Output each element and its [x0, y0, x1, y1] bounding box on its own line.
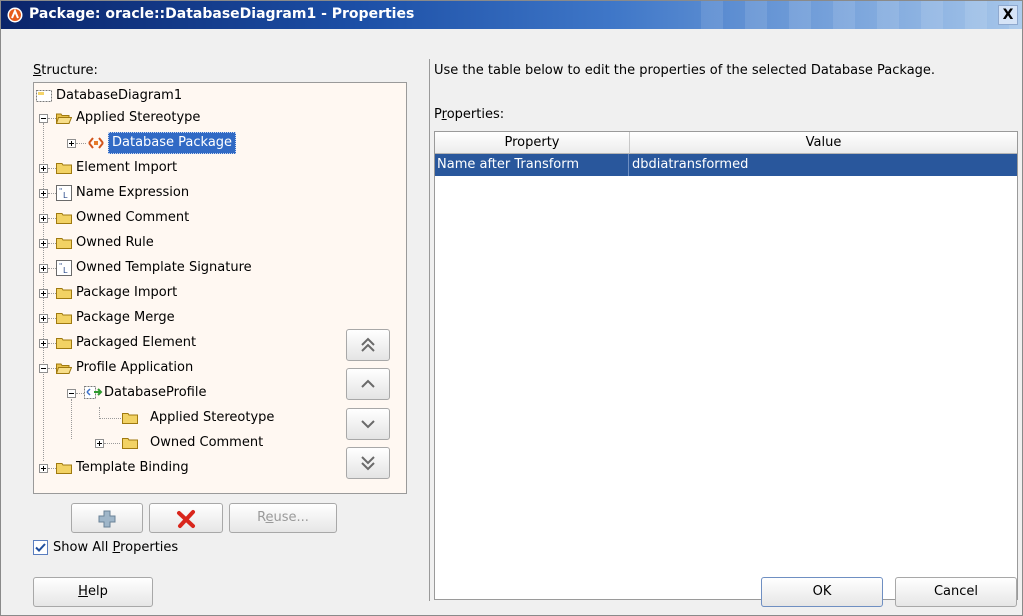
- move-to-bottom-button[interactable]: [346, 447, 390, 479]
- expand-icon[interactable]: [67, 139, 76, 148]
- reuse-button[interactable]: Reuse...: [229, 503, 337, 533]
- move-down-button[interactable]: [346, 408, 390, 440]
- profile-icon: [84, 386, 103, 399]
- folder-icon: [56, 463, 72, 474]
- folder-icon: [56, 213, 72, 224]
- move-up-icon: [361, 379, 375, 388]
- collapse-icon[interactable]: [67, 389, 76, 398]
- title-bar: Package: oracle::DatabaseDiagram1 - Prop…: [1, 1, 1022, 29]
- move-down-icon: [361, 420, 375, 429]
- svg-text:": ": [59, 262, 62, 270]
- column-header-property[interactable]: Property: [435, 132, 630, 154]
- tree-item-package-merge[interactable]: Package Merge: [34, 307, 404, 329]
- properties-table: Property Value Name after Transform dbdi…: [434, 131, 1018, 600]
- move-to-bottom-icon: [361, 456, 375, 471]
- add-icon: [98, 510, 116, 528]
- expand-icon[interactable]: [39, 464, 48, 473]
- column-header-value[interactable]: Value: [630, 132, 1017, 154]
- tree-item-owned-template-signature[interactable]: " L Owned Template Signature: [34, 257, 404, 279]
- ok-button[interactable]: OK: [761, 577, 883, 607]
- tree-item-owned-comment[interactable]: Owned Comment: [34, 207, 404, 229]
- window-title: Package: oracle::DatabaseDiagram1 - Prop…: [29, 6, 415, 22]
- expand-icon[interactable]: [39, 214, 48, 223]
- description-text: Use the table below to edit the properti…: [434, 63, 936, 78]
- folder-icon: [56, 238, 72, 249]
- svg-text:": ": [59, 187, 62, 195]
- tree-item-package-import[interactable]: Package Import: [34, 282, 404, 304]
- folder-icon: [56, 288, 72, 299]
- folder-icon: [122, 413, 138, 424]
- tree-item-owned-rule[interactable]: Owned Rule: [34, 232, 404, 254]
- move-to-top-button[interactable]: [346, 329, 390, 361]
- tree-item-element-import[interactable]: Element Import: [34, 157, 404, 179]
- tree-item-database-package[interactable]: Database Package: [34, 132, 404, 154]
- folder-icon: [56, 338, 72, 349]
- remove-icon: [177, 510, 195, 528]
- folder-open-icon: [56, 113, 72, 124]
- expand-icon[interactable]: [39, 314, 48, 323]
- folder-icon: [56, 163, 72, 174]
- expand-icon[interactable]: [39, 339, 48, 348]
- panel-divider: [429, 59, 430, 601]
- expand-icon[interactable]: [39, 189, 48, 198]
- collapse-icon[interactable]: [39, 364, 48, 373]
- property-cell[interactable]: Name after Transform: [435, 154, 629, 176]
- tree-item-databasediagram1[interactable]: DatabaseDiagram1: [34, 85, 404, 107]
- structure-label: Structure:: [33, 63, 98, 78]
- checkbox-checked-icon[interactable]: [33, 540, 48, 555]
- stereotype-icon: [88, 137, 104, 149]
- expand-icon[interactable]: [95, 439, 104, 448]
- package-icon: [36, 90, 52, 102]
- move-up-button[interactable]: [346, 368, 390, 400]
- app-icon: [7, 7, 23, 23]
- expand-icon[interactable]: [39, 289, 48, 298]
- add-button[interactable]: [71, 503, 143, 533]
- svg-text:L: L: [63, 266, 68, 275]
- properties-label: Properties:: [434, 107, 505, 122]
- folder-icon: [122, 438, 138, 449]
- help-button[interactable]: Help: [33, 577, 153, 607]
- move-to-top-icon: [361, 337, 375, 352]
- collapse-icon[interactable]: [39, 114, 48, 123]
- tree-item-name-expression[interactable]: " L Name Expression: [34, 182, 404, 204]
- value-cell[interactable]: dbdiatransformed: [630, 154, 1012, 176]
- expand-icon[interactable]: [39, 239, 48, 248]
- expression-icon: " L: [56, 185, 72, 201]
- properties-dialog: Package: oracle::DatabaseDiagram1 - Prop…: [0, 0, 1023, 616]
- remove-button[interactable]: [149, 503, 223, 533]
- svg-text:L: L: [63, 191, 68, 200]
- tree-item-applied-stereotype[interactable]: Applied Stereotype: [34, 107, 404, 129]
- close-icon: X: [1002, 7, 1014, 23]
- folder-open-icon: [56, 363, 72, 374]
- cancel-button[interactable]: Cancel: [895, 577, 1017, 607]
- table-row[interactable]: Name after Transform dbdiatransformed: [435, 154, 1017, 176]
- close-button[interactable]: X: [998, 5, 1018, 25]
- expand-icon[interactable]: [39, 164, 48, 173]
- expression-icon: " L: [56, 260, 72, 276]
- folder-icon: [56, 313, 72, 324]
- expand-icon[interactable]: [39, 264, 48, 273]
